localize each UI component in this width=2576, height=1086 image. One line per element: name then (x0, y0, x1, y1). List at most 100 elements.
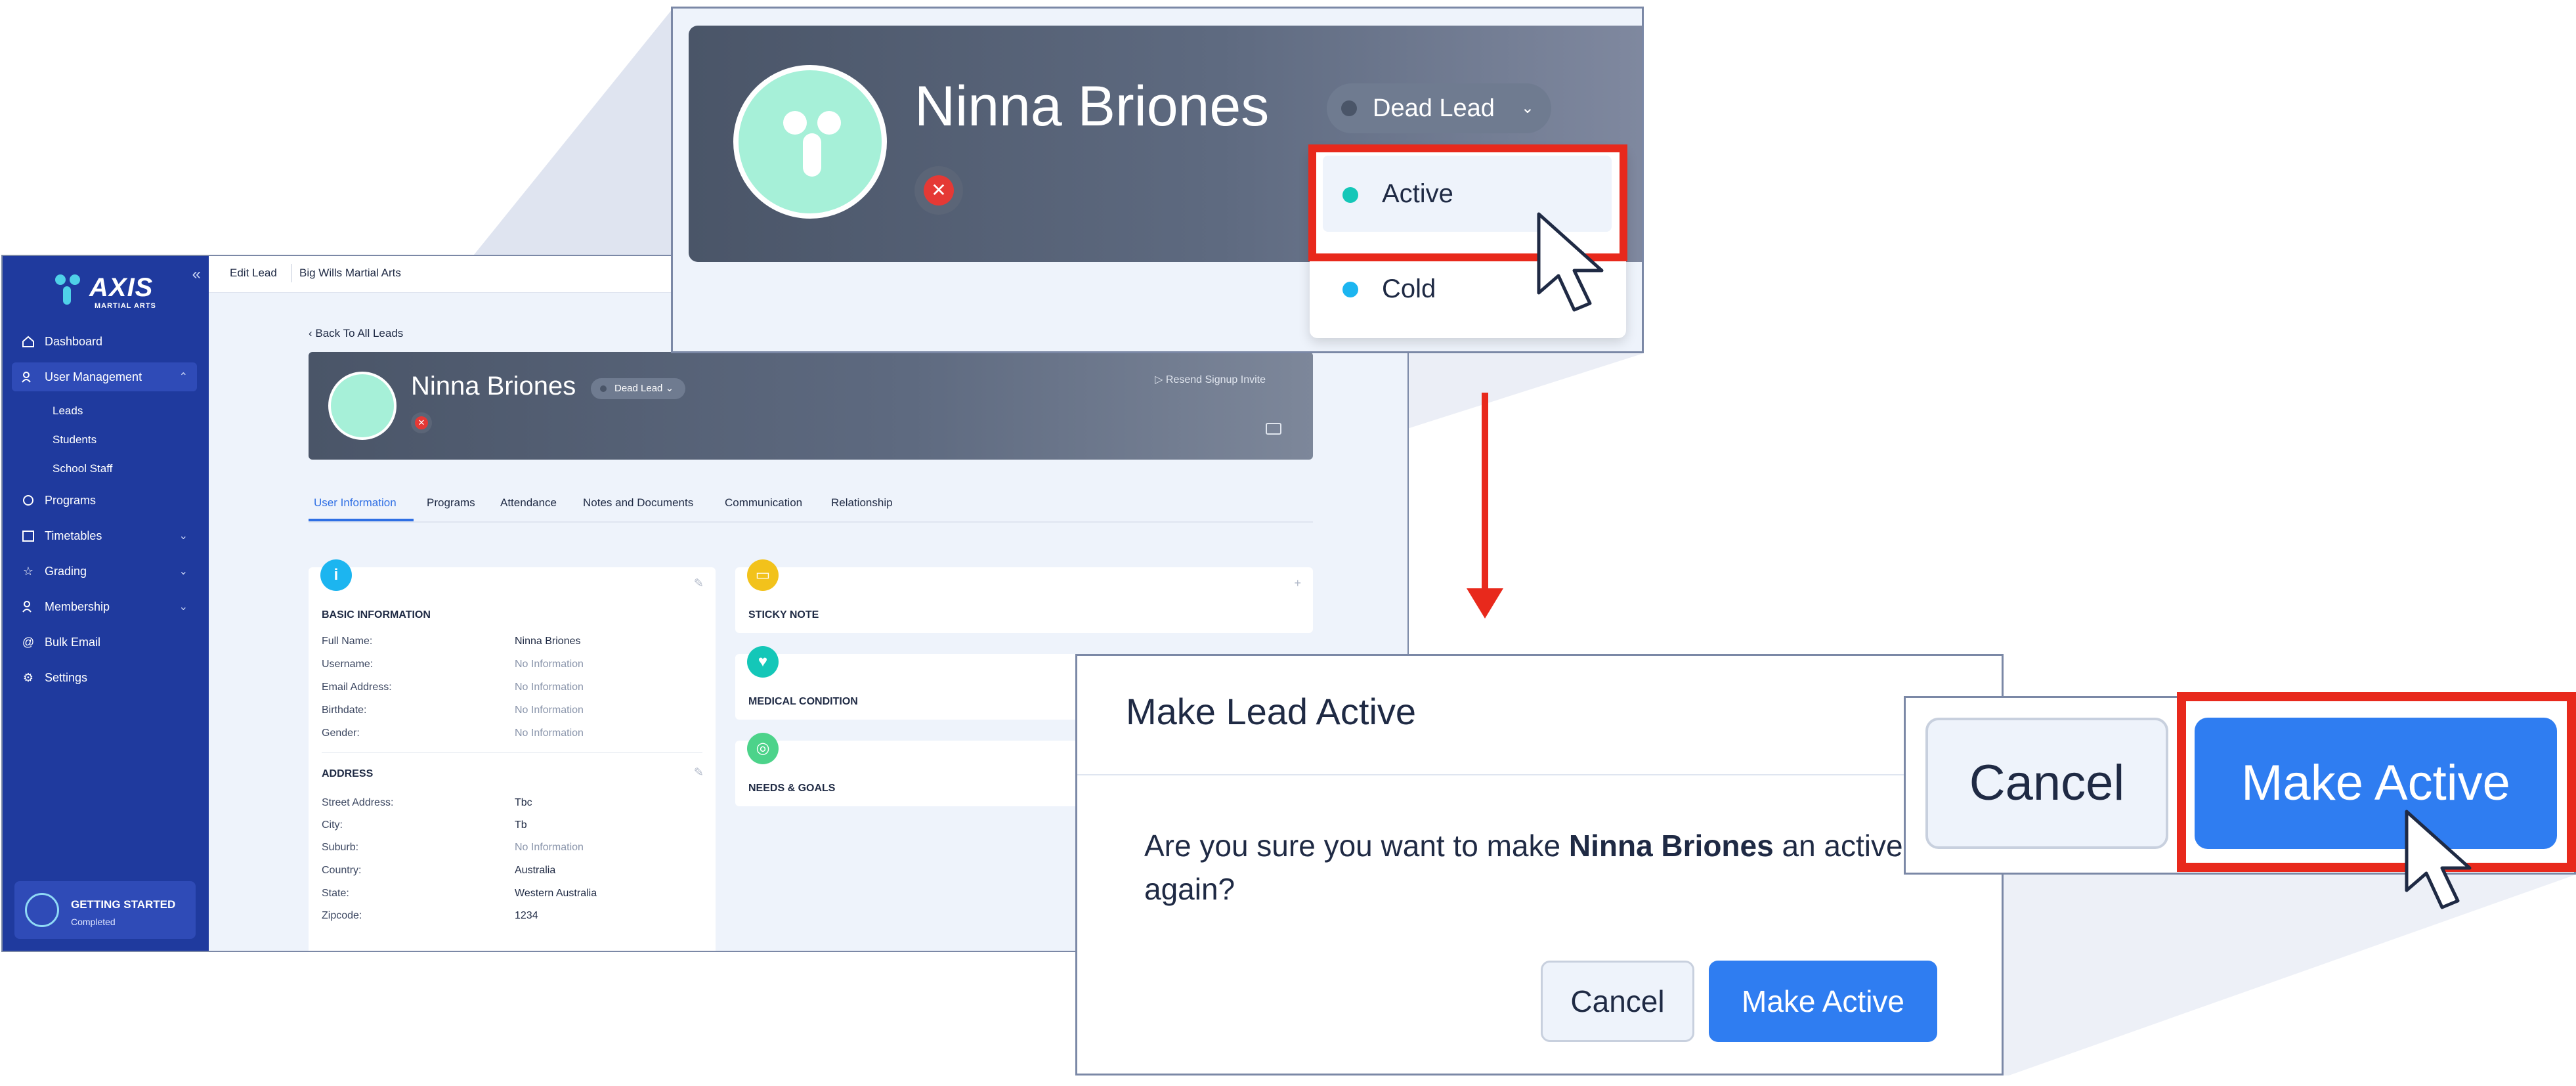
status-dot-icon (600, 385, 607, 392)
cancel-button[interactable]: Cancel (1925, 718, 2168, 849)
active-tab-indicator (309, 519, 414, 521)
edit-address-icon[interactable]: ✎ (694, 766, 704, 779)
country-label: Country: (322, 865, 362, 876)
country-value: Australia (515, 865, 556, 876)
sidebar-subitem-leads[interactable]: Leads (53, 404, 83, 418)
cursor-icon (2405, 810, 2472, 909)
make-active-button[interactable]: Make Active (1709, 961, 1937, 1042)
avatar (733, 65, 887, 219)
username-value: No Information (515, 659, 584, 670)
sidebar-item-user-management[interactable]: User Management ⌃ (12, 362, 197, 391)
full-name-label: Full Name: (322, 636, 373, 647)
home-icon (21, 334, 35, 349)
option-label: Cold (1382, 274, 1436, 303)
edit-basic-info-icon[interactable]: ✎ (694, 576, 704, 590)
make-active-modal: Make Lead Active Are you sure you want t… (1075, 654, 2004, 1075)
getting-started-card[interactable]: GETTING STARTED Completed (14, 881, 196, 939)
username-label: Username: (322, 659, 374, 670)
profile-banner: Ninna Briones Dead Lead ⌄ ✕ ▷ Resend Sig… (309, 352, 1313, 460)
sidebar-subitem-school-staff[interactable]: School Staff (53, 462, 112, 475)
city-label: City: (322, 819, 343, 831)
status-dot-icon (1342, 282, 1358, 297)
modal-body: Are you sure you want to make Ninna Brio… (1144, 824, 1998, 911)
chevron-up-icon: ⌃ (179, 372, 188, 383)
mail-icon[interactable] (1266, 423, 1281, 435)
sidebar-item-bulk-email[interactable]: @ Bulk Email (12, 628, 197, 657)
birthdate-label: Birthdate: (322, 705, 367, 716)
back-to-leads-link[interactable]: ‹ Back To All Leads (309, 327, 403, 340)
close-icon: ✕ (924, 175, 954, 206)
sidebar-item-programs[interactable]: Programs (12, 486, 197, 515)
remove-badge[interactable]: ✕ (914, 166, 963, 215)
tab-communication[interactable]: Communication (725, 496, 802, 510)
cancel-button[interactable]: Cancel (1541, 961, 1694, 1042)
chevron-down-icon: ⌄ (179, 601, 188, 613)
basic-info-title: BASIC INFORMATION (322, 609, 431, 620)
getting-started-title: GETTING STARTED (71, 898, 176, 911)
state-value: Western Australia (515, 888, 597, 899)
state-label: State: (322, 888, 349, 899)
sidebar-item-timetables[interactable]: Timetables ⌄ (12, 521, 197, 550)
sidebar-subitem-students[interactable]: Students (53, 433, 97, 446)
tab-notes-documents[interactable]: Notes and Documents (583, 496, 693, 510)
sidebar-item-label: User Management (45, 370, 142, 383)
sidebar-item-label: Settings (45, 670, 88, 684)
street-value: Tbc (515, 797, 532, 808)
user-info-card: i ✎ BASIC INFORMATION Full Name: Ninna B… (309, 559, 716, 951)
tab-relationship[interactable]: Relationship (831, 496, 893, 510)
zipcode-label: Zipcode: (322, 910, 362, 921)
resend-invite-link[interactable]: ▷ Resend Signup Invite (1155, 373, 1266, 386)
cursor-icon (1537, 212, 1604, 312)
tab-attendance[interactable]: Attendance (500, 496, 557, 510)
logo-text: AXIS (89, 273, 154, 302)
back-link-label: Back To All Leads (315, 327, 404, 339)
note-icon: ▭ (747, 559, 779, 591)
rocket-icon (25, 893, 59, 927)
collapse-sidebar-icon[interactable]: « (192, 265, 201, 284)
chevron-down-icon: ⌄ (1520, 99, 1534, 117)
sidebar-item-label: Timetables (45, 529, 102, 542)
highlight-box (2177, 692, 2576, 872)
avatar-logo-icon (783, 111, 841, 177)
sidebar-item-settings[interactable]: ⚙ Settings (12, 663, 197, 692)
star-icon: ☆ (22, 564, 34, 578)
needs-goals-title: NEEDS & GOALS (748, 783, 836, 794)
modal-body-pre: Are you sure you want to make (1144, 829, 1569, 863)
medical-title: MEDICAL CONDITION (748, 696, 858, 707)
sticky-note-card: ▭ + STICKY NOTE (735, 559, 1313, 633)
membership-icon (21, 599, 35, 614)
axis-logo-icon (55, 274, 80, 305)
email-value: No Information (515, 682, 584, 693)
city-value: Tb (515, 819, 527, 831)
sidebar-item-dashboard[interactable]: Dashboard (12, 327, 197, 356)
getting-started-status: Completed (71, 917, 116, 927)
status-label: Dead Lead (614, 383, 663, 394)
at-icon: @ (22, 635, 35, 649)
close-icon: ✕ (415, 416, 428, 429)
logo-subtext: MARTIAL ARTS (95, 302, 156, 310)
sidebar-item-grading[interactable]: ☆ Grading ⌄ (12, 557, 197, 586)
suburb-value: No Information (515, 842, 584, 853)
status-dropdown[interactable]: Dead Lead ⌄ (1327, 83, 1551, 133)
breadcrumb-edit-lead: Edit Lead (230, 267, 277, 279)
flow-arrow-head (1467, 588, 1503, 619)
zipcode-value: 1234 (515, 910, 538, 921)
remove-badge[interactable]: ✕ (411, 412, 432, 433)
tab-user-information[interactable]: User Information (314, 496, 397, 510)
tab-programs[interactable]: Programs (427, 496, 475, 510)
full-name-value: Ninna Briones (515, 636, 581, 647)
sidebar-item-label: Dashboard (45, 334, 103, 348)
breadcrumb-separator (291, 264, 292, 282)
sidebar-item-membership[interactable]: Membership ⌄ (12, 592, 197, 621)
sidebar-item-label: Programs (45, 493, 97, 507)
chevron-down-icon: ⌄ (179, 531, 188, 542)
status-dropdown[interactable]: Dead Lead ⌄ (591, 378, 686, 399)
axis-logo: AXIS MARTIAL ARTS (49, 269, 167, 315)
status-label: Dead Lead (1373, 95, 1495, 122)
info-icon: i (320, 559, 352, 591)
add-note-icon[interactable]: + (1294, 576, 1301, 590)
chevron-down-icon: ⌄ (179, 566, 188, 577)
heart-icon: ♥ (747, 646, 779, 678)
profile-name: Ninna Briones (411, 372, 576, 401)
birthdate-value: No Information (515, 705, 584, 716)
